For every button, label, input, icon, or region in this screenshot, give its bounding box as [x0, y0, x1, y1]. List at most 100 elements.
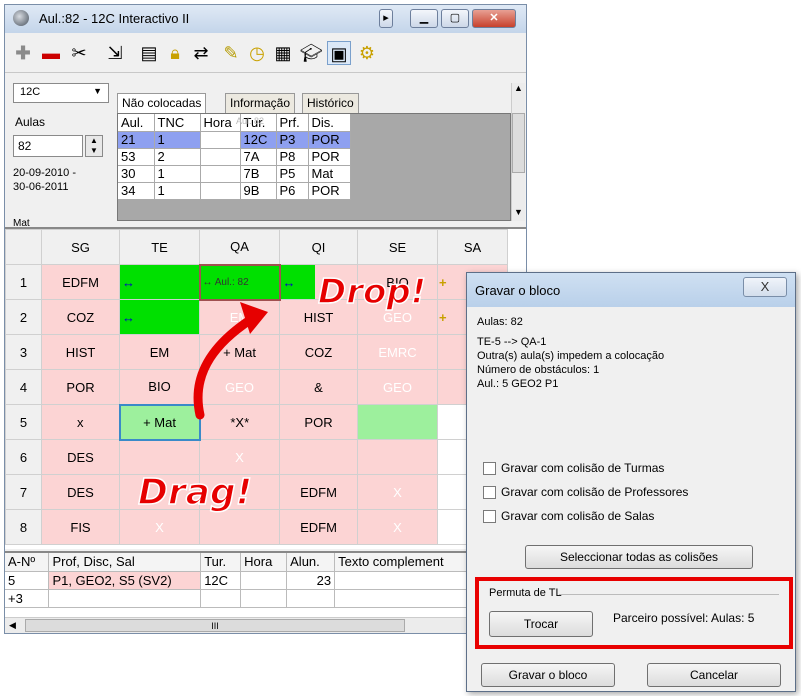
timetable-cell[interactable]: HIST	[41, 334, 120, 370]
col-hora[interactable]: Hora	[200, 114, 241, 132]
timetable-cell[interactable]: FIS	[41, 509, 120, 545]
scroll-thumb[interactable]	[512, 113, 525, 173]
minus-icon[interactable]: ▬	[39, 41, 63, 65]
timetable-cell[interactable]: POR	[279, 404, 358, 440]
plus-icon[interactable]: ✚	[11, 41, 35, 65]
cell: P5	[276, 165, 309, 183]
aulas-spinner[interactable]: ▲ ▼	[85, 135, 103, 157]
day-header: TE	[119, 229, 200, 265]
col-alun[interactable]: Alun.	[286, 553, 336, 572]
dialog-title-bar[interactable]: Gravar o bloco X	[467, 273, 795, 307]
cell: P3	[276, 131, 309, 149]
aulas-input[interactable]: 82	[13, 135, 83, 157]
graduation-icon[interactable]: 🎓︎	[299, 41, 323, 65]
timetable-cell[interactable]: EDFM	[41, 264, 120, 300]
cell: 23	[286, 571, 336, 590]
cell: 7A	[240, 148, 277, 166]
minimize-button[interactable]: ▁	[410, 9, 438, 28]
clock-icon[interactable]: ◷	[245, 41, 269, 65]
save-block-button[interactable]: Gravar o bloco	[481, 663, 615, 687]
scroll-left-icon[interactable]: ◀	[9, 620, 16, 631]
tab-historico[interactable]: Histórico	[302, 93, 359, 113]
timetable-cell[interactable]: POR	[41, 369, 120, 405]
window-icon[interactable]: ▣	[327, 41, 351, 65]
swap-group-highlight: Permuta de TL Trocar Parceiro possível: …	[475, 577, 793, 649]
timetable-cell[interactable]: X	[357, 509, 438, 545]
timetable-cell[interactable]: X	[357, 474, 438, 510]
cancel-button[interactable]: Cancelar	[647, 663, 781, 687]
col-prf[interactable]: Prf.	[276, 114, 309, 132]
timetable-cell[interactable]: DES	[41, 439, 120, 475]
select-all-collisions-button[interactable]: Seleccionar todas as colisões	[525, 545, 753, 569]
drop-label: Drop!	[317, 271, 427, 313]
timetable-cell[interactable]: EDFM	[279, 509, 358, 545]
col-prof-disc-sal[interactable]: Prof, Disc, Sal	[48, 553, 202, 572]
export-icon[interactable]: ⇲	[103, 41, 127, 65]
table-row[interactable]: 5 P1, GEO2, S5 (SV2) 12C 23	[5, 571, 526, 590]
period-header: 7	[5, 474, 42, 510]
timetable-cell[interactable]: DES	[41, 474, 120, 510]
class-select[interactable]: 12C ▼	[13, 83, 109, 103]
timetable-cell[interactable]: &	[279, 369, 358, 405]
calculator-icon[interactable]: ▦	[271, 41, 295, 65]
col-tur[interactable]: Tur.	[200, 553, 242, 572]
dialog-close-button[interactable]: X	[743, 277, 787, 297]
cell: 1	[154, 165, 201, 183]
maximize-button[interactable]: ▢	[441, 9, 469, 28]
calendar-icon[interactable]: ▤	[137, 41, 161, 65]
timetable-cell[interactable]	[357, 404, 438, 440]
scroll-up-icon[interactable]: ▲	[514, 83, 523, 93]
table-row[interactable]: 34 1 9B P6 POR	[118, 182, 351, 200]
swap-icon[interactable]: ⇄	[189, 41, 213, 65]
drag-label: Drag!	[137, 471, 253, 514]
notes-icon[interactable]: ✎	[219, 41, 243, 65]
day-header: QA	[199, 229, 280, 265]
timetable-cell[interactable]: EDFM	[279, 474, 358, 510]
table-row[interactable]: 30 1 7B P5 Mat	[118, 165, 351, 183]
cell: P6	[276, 182, 309, 200]
lessons-scrollbar[interactable]: ▲ ▼	[511, 83, 525, 221]
col-a-no[interactable]: A-Nº	[5, 553, 50, 572]
table-row[interactable]: 53 2 7A P8 POR	[118, 148, 351, 166]
tab-informacao[interactable]: Informação	[225, 93, 296, 113]
app-icon	[13, 10, 29, 26]
table-row[interactable]: 21 1 12C P3 POR	[118, 131, 351, 149]
col-dis[interactable]: Dis.	[308, 114, 351, 132]
checkbox[interactable]	[483, 510, 496, 523]
timetable-cell[interactable]: X	[199, 439, 280, 475]
timetable-cell[interactable]	[199, 509, 280, 545]
checkbox[interactable]	[483, 462, 496, 475]
scroll-thumb[interactable]: III	[25, 619, 405, 632]
period-header: 6	[5, 439, 42, 475]
help-arrow-button[interactable]: ▸	[379, 9, 393, 28]
scroll-down-icon[interactable]: ▼	[514, 207, 523, 217]
gears-icon[interactable]: ⚙	[355, 41, 379, 65]
timetable-cell[interactable]: x	[41, 404, 120, 440]
cell	[240, 589, 288, 608]
period-header: 1	[5, 264, 42, 300]
checkbox[interactable]	[483, 486, 496, 499]
table-row[interactable]: +3	[5, 589, 526, 608]
title-bar[interactable]: Aul.:82 - 12C Interactivo II ▸ ▁ ▢ ✕	[5, 5, 526, 33]
timetable-cell[interactable]: EMRC	[357, 334, 438, 370]
col-tnc[interactable]: TNC	[154, 114, 201, 132]
col-aul[interactable]: Aul.	[118, 114, 155, 132]
timetable-cell[interactable]	[119, 439, 200, 475]
timetable-cell[interactable]	[357, 439, 438, 475]
cell: Mat	[308, 165, 351, 183]
timetable-cell[interactable]: X	[119, 509, 200, 545]
swap-button[interactable]: Trocar	[489, 611, 593, 637]
close-button[interactable]: ✕	[472, 9, 516, 28]
tab-nao-colocadas[interactable]: Não colocadas	[117, 93, 207, 115]
timetable-cell[interactable]: GEO	[357, 369, 438, 405]
info-blocked: Outra(s) aula(s) impedem a colocação	[477, 350, 665, 362]
cell	[286, 589, 336, 608]
col-hora[interactable]: Hora	[240, 553, 288, 572]
save-block-dialog: Gravar o bloco X Aulas: 82 TE-5 --> QA-1…	[466, 272, 796, 692]
scissors-icon[interactable]: ✂	[67, 41, 91, 65]
horizontal-scrollbar[interactable]: ◀ III	[5, 617, 526, 633]
timetable-cell[interactable]: COZ	[279, 334, 358, 370]
timetable-cell[interactable]	[279, 439, 358, 475]
timetable-cell[interactable]: COZ	[41, 299, 120, 335]
lock-icon[interactable]: 🔒︎	[163, 41, 187, 65]
